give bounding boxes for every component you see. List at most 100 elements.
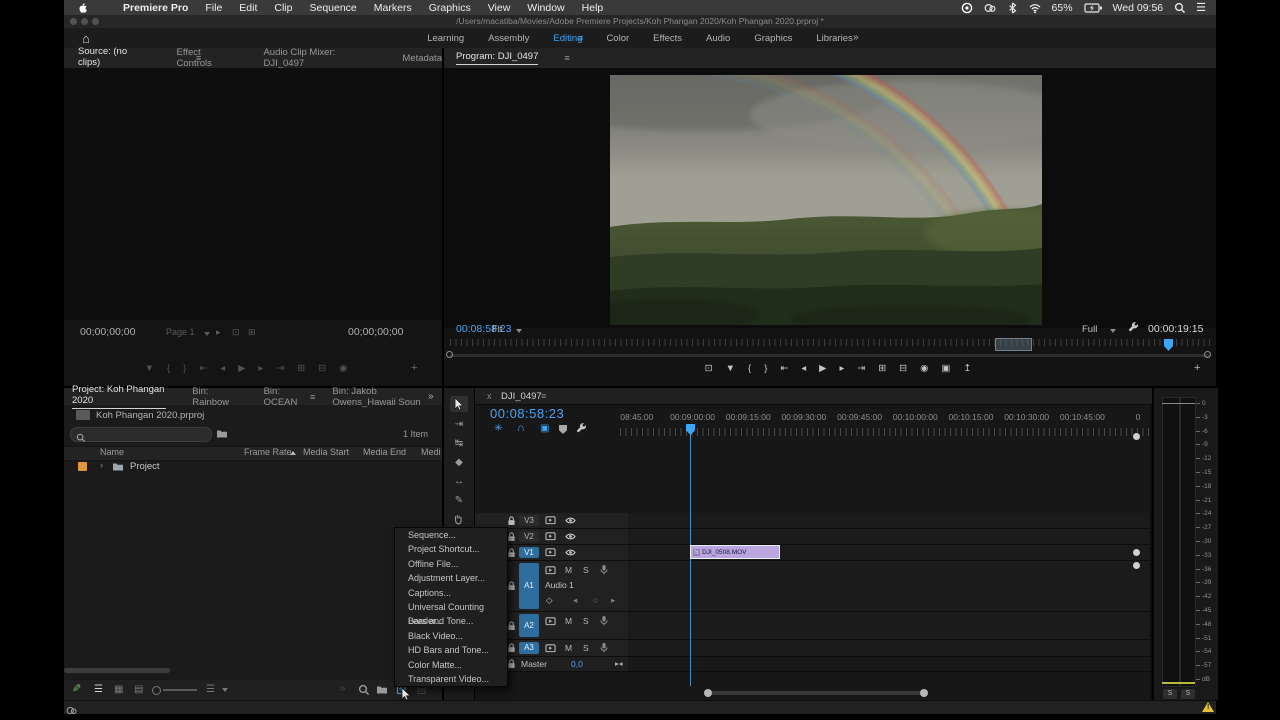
nest-toggle-icon[interactable]: ✳	[494, 423, 502, 434]
sync-lock-icon[interactable]	[545, 547, 556, 557]
zoom-window-button[interactable]	[92, 18, 99, 25]
workspace-tab[interactable]: Libraries	[816, 33, 852, 44]
track-lane-a2[interactable]	[628, 612, 1150, 640]
master-gain-value[interactable]: 0,0	[571, 659, 583, 669]
timeline-settings-wrench-icon[interactable]	[576, 423, 587, 434]
previous-keyframe-icon[interactable]: ◂	[573, 595, 577, 606]
panel-tab[interactable]: Metadata	[402, 53, 442, 64]
mute-track-button[interactable]: M	[565, 565, 572, 575]
lock-icon[interactable]	[507, 643, 516, 653]
transport-button[interactable]: }	[183, 363, 186, 374]
next-keyframe-icon[interactable]: ▸	[611, 595, 615, 606]
app-menu-item[interactable]: View	[488, 2, 511, 14]
zoom-scrollbar-left-handle[interactable]	[704, 689, 712, 697]
workspace-tab[interactable]: Color	[606, 33, 629, 44]
icon-view-button[interactable]: ▦	[114, 684, 123, 695]
menu-item[interactable]: Adjustment Layer...	[395, 571, 507, 585]
source-panel-menu-icon[interactable]: ≡	[196, 53, 201, 63]
menu-item[interactable]: Bars and Tone...	[395, 614, 507, 628]
creative-cloud-icon[interactable]	[984, 2, 996, 14]
panel-tab[interactable]: Source: (no clips)	[78, 46, 151, 71]
menu-item[interactable]: Color Matte...	[395, 658, 507, 672]
timeline-clip[interactable]: fx DJI_0508.MOV	[690, 545, 780, 559]
source-button-editor-plus[interactable]: +	[411, 362, 417, 374]
drag-video-audio-icon[interactable]: ⊞	[248, 327, 256, 338]
workspace-tab[interactable]: Audio	[706, 33, 730, 44]
column-header[interactable]: Frame Rate	[244, 447, 292, 457]
creative-cloud-sync-icon[interactable]	[66, 705, 77, 716]
app-menu-item[interactable]: File	[205, 2, 222, 14]
ruler-scroll-handle[interactable]	[1133, 433, 1140, 440]
program-settings-wrench-icon[interactable]	[1128, 322, 1139, 333]
menu-item[interactable]: Universal Counting Leader...	[395, 600, 507, 614]
zoom-slider-handle[interactable]	[152, 686, 161, 695]
find-button[interactable]	[358, 684, 369, 695]
solo-right-button[interactable]: S	[1181, 689, 1195, 699]
workspace-overflow-icon[interactable]: »	[853, 32, 859, 43]
add-keyframe-icon[interactable]: ◇	[546, 595, 553, 606]
sync-lock-icon[interactable]	[545, 643, 556, 653]
master-track-label[interactable]: Master	[521, 659, 547, 669]
transport-button[interactable]: ◉	[339, 363, 347, 374]
workspace-menu-icon[interactable]: ≡	[578, 33, 583, 43]
menu-item[interactable]: Sequence...	[395, 528, 507, 542]
timeline-playhead-line[interactable]	[690, 434, 691, 686]
transport-button[interactable]: ◂	[220, 363, 225, 374]
program-zoom-region[interactable]	[995, 338, 1032, 351]
app-menu-item[interactable]: Edit	[239, 2, 257, 14]
voiceover-record-mic-icon[interactable]	[599, 615, 609, 626]
panel-tab[interactable]: Project: Koh Phangan 2020	[72, 384, 166, 409]
lock-icon[interactable]	[507, 659, 516, 669]
app-menu-item[interactable]: Markers	[374, 2, 412, 14]
app-menu-item[interactable]: Premiere Pro	[123, 2, 188, 14]
menu-item[interactable]: Captions...	[395, 586, 507, 600]
transport-button[interactable]: ⊞	[297, 363, 305, 374]
transport-button[interactable]: ◉	[920, 363, 928, 374]
sort-ascending-icon[interactable]	[290, 451, 296, 455]
solo-track-button[interactable]: S	[583, 565, 589, 575]
workspace-tab[interactable]: Assembly	[488, 33, 529, 44]
menu-item[interactable]: Transparent Video...	[395, 672, 507, 686]
razor-tool-button[interactable]: ◆	[451, 455, 467, 470]
transport-button[interactable]: ▼	[726, 363, 735, 374]
menu-item[interactable]: Project Shortcut...	[395, 542, 507, 556]
ripple-edit-tool-button[interactable]: ↹	[451, 436, 467, 451]
vscroll-top-handle[interactable]	[1133, 549, 1140, 556]
menu-item[interactable]: Offline File...	[395, 557, 507, 571]
apple-menu-icon[interactable]	[78, 2, 89, 14]
label-color-chip[interactable]	[78, 462, 87, 471]
transport-button[interactable]: ▸	[258, 363, 263, 374]
panel-tab[interactable]: Bin: Rainbow	[192, 386, 237, 408]
transport-button[interactable]: ⊡	[705, 363, 713, 374]
track-target-button[interactable]: A2	[519, 614, 539, 637]
track-target-button[interactable]: A3	[519, 642, 539, 654]
transport-button[interactable]: ▶	[238, 363, 245, 374]
scrollbar-left-handle[interactable]	[446, 351, 453, 358]
solo-track-button[interactable]: S	[583, 616, 589, 626]
track-target-button[interactable]: A1	[519, 563, 539, 609]
workspace-tab[interactable]: Learning	[427, 33, 464, 44]
toggle-track-output-eye-icon[interactable]	[565, 548, 576, 557]
program-scrollbar[interactable]	[450, 354, 1210, 357]
app-menu-item[interactable]: Graphics	[429, 2, 471, 14]
transport-button[interactable]: ⊟	[899, 363, 907, 374]
toggle-track-output-eye-icon[interactable]	[565, 532, 576, 541]
mute-track-button[interactable]: M	[565, 643, 572, 653]
project-row-name[interactable]: Project	[130, 461, 160, 472]
menu-item[interactable]: HD Bars and Tone...	[395, 643, 507, 657]
sort-options-button[interactable]: ☰	[206, 684, 215, 695]
record-icon[interactable]	[961, 2, 973, 14]
program-panel-menu-icon[interactable]: ≡	[564, 53, 569, 63]
app-menu-item[interactable]: Help	[582, 2, 604, 14]
list-view-button[interactable]: ☰	[94, 684, 103, 695]
lock-icon[interactable]	[507, 548, 516, 558]
transport-button[interactable]: ▼	[145, 363, 154, 374]
battery-icon[interactable]	[1084, 2, 1102, 14]
lock-icon[interactable]	[507, 621, 516, 631]
transport-button[interactable]: {	[748, 363, 751, 374]
lock-icon[interactable]	[507, 532, 516, 542]
transport-button[interactable]: {	[167, 363, 170, 374]
playback-resolution-dropdown[interactable]: Full	[1082, 324, 1097, 335]
panel-tab[interactable]: Audio Clip Mixer: DJI_0497	[263, 47, 376, 69]
panel-tab[interactable]: Effect Controls	[177, 47, 238, 69]
